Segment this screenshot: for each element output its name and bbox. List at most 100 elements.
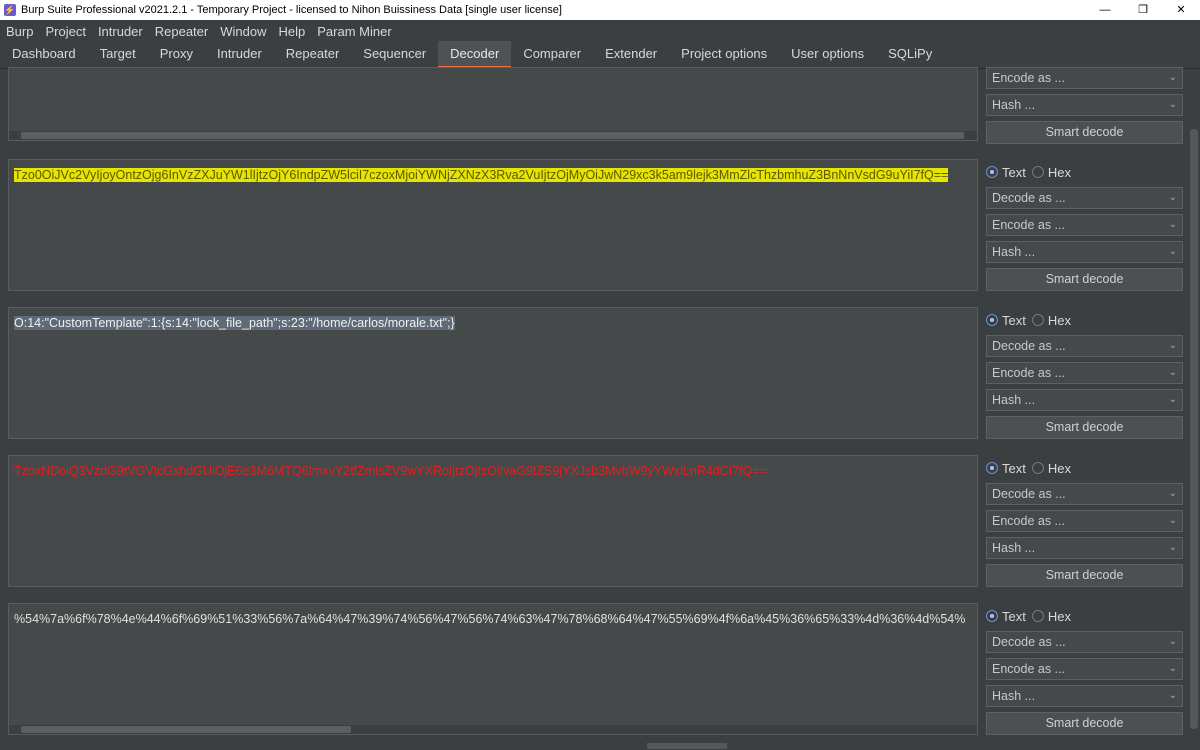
dropdown-label: Hash ...: [992, 541, 1036, 555]
horizontal-scrollbar[interactable]: [9, 725, 977, 734]
text-radio[interactable]: [986, 462, 998, 474]
smart-decode-button[interactable]: Smart decode: [986, 712, 1183, 735]
dropdown-label: Encode as ...: [992, 662, 1065, 676]
chevron-down-icon: ⌄: [1168, 340, 1177, 351]
vertical-scrollbar[interactable]: [1188, 69, 1200, 750]
hash-dropdown[interactable]: Hash ... ⌄: [986, 241, 1183, 263]
title-bar: ⚡ Burp Suite Professional v2021.2.1 - Te…: [0, 0, 1200, 20]
selected-text: Tzo0OiJVc2VyIjoyOntzOjg6InVzZXJuYW1lIjtz…: [14, 168, 949, 182]
window-controls: — ❐ ✕: [1086, 0, 1200, 20]
panel-controls: Text Hex Decode as ... ⌄ Encode as ... ⌄ H…: [986, 163, 1183, 291]
tab-sqlipy[interactable]: SQLiPy: [876, 41, 944, 68]
tab-target[interactable]: Target: [88, 41, 148, 68]
hex-radio[interactable]: [1031, 314, 1044, 326]
panel-controls: Text Hex Decode as ... ⌄ Encode as ... ⌄ H…: [986, 311, 1183, 439]
scrollbar-thumb[interactable]: [647, 743, 727, 749]
menu-bar: Burp Project Intruder Repeater Window He…: [0, 20, 1200, 42]
menu-burp[interactable]: Burp: [6, 24, 33, 39]
format-radio-group: Text Hex: [986, 607, 1183, 625]
tab-dashboard[interactable]: Dashboard: [0, 41, 88, 68]
tab-decoder[interactable]: Decoder: [438, 41, 512, 68]
selected-text: O:14:"CustomTemplate":1:{s:14:"lock_file…: [14, 316, 455, 330]
decoder-panel[interactable]: Tzo0OiJVc2VyIjoyOntzOjg6InVzZXJuYW1lIjtz…: [8, 159, 978, 291]
dropdown-label: Decode as ...: [992, 635, 1066, 649]
decoder-panel[interactable]: %54%7a%6f%78%4e%44%6f%69%51%33%56%7a%64%…: [8, 603, 978, 735]
tab-extender[interactable]: Extender: [593, 41, 669, 68]
panel-controls: Text Hex Decode as ... ⌄ Encode as ... ⌄ H…: [986, 607, 1183, 735]
encode-as-dropdown[interactable]: Encode as ... ⌄: [986, 214, 1183, 236]
bottom-scrollbar[interactable]: [37, 742, 1187, 750]
horizontal-scrollbar[interactable]: [9, 131, 977, 140]
scrollbar-thumb[interactable]: [1190, 129, 1198, 729]
tab-project-options[interactable]: Project options: [669, 41, 779, 68]
decoder-panel[interactable]: TzoxNDoiQ3VzdG9tVGVtcGxhdGUiOjE6e3M6MTQ6…: [8, 455, 978, 587]
menu-project[interactable]: Project: [45, 24, 85, 39]
text-radio-label: Text: [1002, 608, 1026, 624]
chevron-down-icon: ⌄: [1168, 542, 1177, 553]
dropdown-label: Encode as ...: [992, 514, 1065, 528]
decoder-panel[interactable]: O:14:"CustomTemplate":1:{s:14:"lock_file…: [8, 307, 978, 439]
encode-as-dropdown[interactable]: Encode as ... ⌄: [986, 510, 1183, 532]
chevron-down-icon: ⌄: [1168, 636, 1177, 647]
smart-decode-button[interactable]: Smart decode: [986, 268, 1183, 291]
text-radio[interactable]: [986, 166, 998, 178]
chevron-down-icon: ⌄: [1168, 690, 1177, 701]
text-radio-label: Text: [1002, 312, 1026, 328]
chevron-down-icon: ⌄: [1168, 99, 1177, 110]
tab-user-options[interactable]: User options: [779, 41, 876, 68]
chevron-down-icon: ⌄: [1168, 367, 1177, 378]
decode-as-dropdown[interactable]: Decode as ... ⌄: [986, 483, 1183, 505]
close-button[interactable]: ✕: [1162, 0, 1200, 20]
window-title: Burp Suite Professional v2021.2.1 - Temp…: [21, 4, 562, 16]
scrollbar-thumb[interactable]: [21, 132, 964, 139]
decode-as-dropdown[interactable]: Decode as ... ⌄: [986, 187, 1183, 209]
dropdown-label: Encode as ...: [992, 71, 1065, 85]
menu-window[interactable]: Window: [220, 24, 266, 39]
smart-decode-button[interactable]: Smart decode: [986, 564, 1183, 587]
tab-proxy[interactable]: Proxy: [148, 41, 205, 68]
chevron-down-icon: ⌄: [1168, 488, 1177, 499]
scrollbar-thumb[interactable]: [21, 726, 351, 733]
menu-param-miner[interactable]: Param Miner: [317, 24, 391, 39]
chevron-down-icon: ⌄: [1168, 192, 1177, 203]
dropdown-label: Hash ...: [992, 98, 1036, 112]
tool-tabs: Dashboard Target Proxy Intruder Repeater…: [0, 41, 1200, 69]
hash-dropdown[interactable]: Hash ... ⌄: [986, 537, 1183, 559]
hex-radio[interactable]: [1031, 610, 1044, 622]
hash-dropdown[interactable]: Hash ... ⌄: [986, 685, 1183, 707]
text-radio[interactable]: [986, 610, 998, 622]
encode-as-dropdown[interactable]: Encode as ... ⌄: [986, 658, 1183, 680]
decode-as-dropdown[interactable]: Decode as ... ⌄: [986, 631, 1183, 653]
decode-as-dropdown[interactable]: Decode as ... ⌄: [986, 335, 1183, 357]
menu-help[interactable]: Help: [278, 24, 305, 39]
hex-radio[interactable]: [1031, 166, 1044, 178]
burp-logo-icon: ⚡: [4, 4, 16, 16]
hash-dropdown[interactable]: Hash ... ⌄: [986, 94, 1183, 116]
chevron-down-icon: ⌄: [1168, 394, 1177, 405]
smart-decode-button[interactable]: Smart decode: [986, 121, 1183, 144]
dropdown-label: Encode as ...: [992, 218, 1065, 232]
format-radio-group: Text Hex: [986, 459, 1183, 477]
menu-repeater[interactable]: Repeater: [155, 24, 208, 39]
menu-intruder[interactable]: Intruder: [98, 24, 143, 39]
chevron-down-icon: ⌄: [1168, 72, 1177, 83]
tab-repeater[interactable]: Repeater: [274, 41, 351, 68]
hex-radio[interactable]: [1031, 462, 1044, 474]
text-radio[interactable]: [986, 314, 998, 326]
tab-comparer[interactable]: Comparer: [511, 41, 593, 68]
tab-sequencer[interactable]: Sequencer: [351, 41, 438, 68]
chevron-down-icon: ⌄: [1168, 219, 1177, 230]
smart-decode-button[interactable]: Smart decode: [986, 416, 1183, 439]
dropdown-label: Encode as ...: [992, 366, 1065, 380]
decoder-panel[interactable]: [8, 67, 978, 141]
dropdown-label: Decode as ...: [992, 339, 1066, 353]
tab-intruder[interactable]: Intruder: [205, 41, 274, 68]
minimize-button[interactable]: —: [1086, 0, 1124, 20]
hex-radio-label: Hex: [1047, 312, 1071, 328]
chevron-down-icon: ⌄: [1168, 663, 1177, 674]
hex-radio-label: Hex: [1047, 608, 1071, 624]
encode-as-dropdown[interactable]: Encode as ... ⌄: [986, 362, 1183, 384]
maximize-button[interactable]: ❐: [1124, 0, 1162, 20]
hash-dropdown[interactable]: Hash ... ⌄: [986, 389, 1183, 411]
encode-as-dropdown[interactable]: Encode as ... ⌄: [986, 67, 1183, 89]
